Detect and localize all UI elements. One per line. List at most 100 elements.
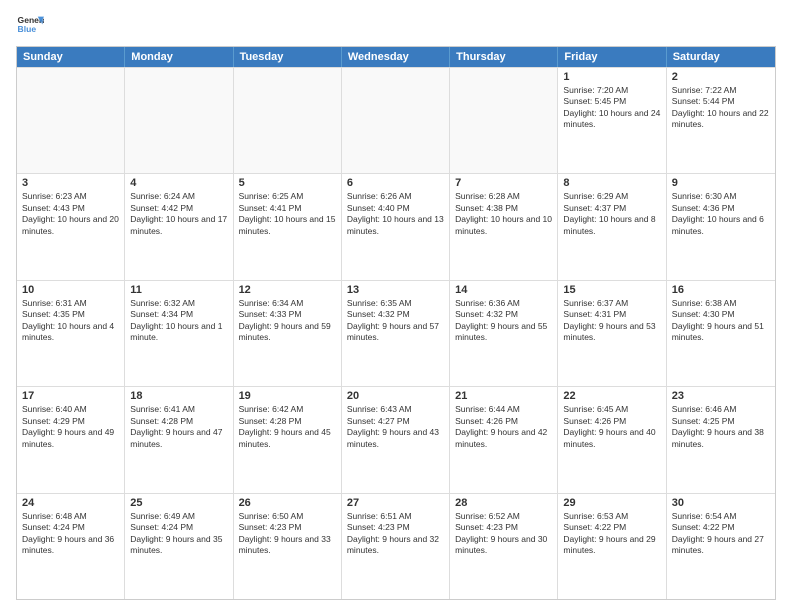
calendar-cell: 14 Sunrise: 6:36 AM Sunset: 4:32 PM Dayli… — [450, 281, 558, 386]
calendar-cell: 26Sunrise: 6:50 AM Sunset: 4:23 PM Dayli… — [234, 494, 342, 599]
calendar-cell — [342, 68, 450, 173]
weekday-header: Saturday — [667, 47, 775, 67]
cell-info: Sunrise: 7:20 AM Sunset: 5:45 PM Dayligh… — [563, 85, 660, 131]
day-number: 17 — [22, 390, 119, 402]
cell-info: Sunrise: 6:46 AM Sunset: 4:25 PM Dayligh… — [672, 404, 770, 450]
day-number: 19 — [239, 390, 336, 402]
day-number: 7 — [455, 177, 552, 189]
day-number: 24 — [22, 497, 119, 509]
calendar-cell — [17, 68, 125, 173]
calendar-cell: 7 Sunrise: 6:28 AM Sunset: 4:38 PM Daylig… — [450, 174, 558, 279]
cell-info: Sunrise: 6:35 AM Sunset: 4:32 PM Dayligh… — [347, 298, 444, 344]
page: General Blue SundayMondayTuesdayWednesda… — [0, 0, 792, 612]
calendar-cell — [450, 68, 558, 173]
cell-info: Sunrise: 6:36 AM Sunset: 4:32 PM Dayligh… — [455, 298, 552, 344]
calendar-row: 1 Sunrise: 7:20 AM Sunset: 5:45 PM Daylig… — [17, 67, 775, 173]
day-number: 28 — [455, 497, 552, 509]
calendar-cell: 11 Sunrise: 6:32 AM Sunset: 4:34 PM Dayli… — [125, 281, 233, 386]
weekday-header: Friday — [558, 47, 666, 67]
day-number: 5 — [239, 177, 336, 189]
cell-info: Sunrise: 6:45 AM Sunset: 4:26 PM Dayligh… — [563, 404, 660, 450]
calendar-cell: 4 Sunrise: 6:24 AM Sunset: 4:42 PM Daylig… — [125, 174, 233, 279]
cell-info: Sunrise: 6:29 AM Sunset: 4:37 PM Dayligh… — [563, 191, 660, 237]
calendar-cell: 9Sunrise: 6:30 AM Sunset: 4:36 PM Daylig… — [667, 174, 775, 279]
cell-info: Sunrise: 6:26 AM Sunset: 4:40 PM Dayligh… — [347, 191, 444, 237]
calendar-cell: 13 Sunrise: 6:35 AM Sunset: 4:32 PM Dayli… — [342, 281, 450, 386]
svg-text:Blue: Blue — [18, 24, 37, 34]
cell-info: Sunrise: 7:22 AM Sunset: 5:44 PM Dayligh… — [672, 85, 770, 131]
calendar-cell: 30Sunrise: 6:54 AM Sunset: 4:22 PM Dayli… — [667, 494, 775, 599]
calendar-cell: 17Sunrise: 6:40 AM Sunset: 4:29 PM Dayli… — [17, 387, 125, 492]
cell-info: Sunrise: 6:24 AM Sunset: 4:42 PM Dayligh… — [130, 191, 227, 237]
calendar-cell: 23 Sunrise: 6:46 AM Sunset: 4:25 PM Dayli… — [667, 387, 775, 492]
weekday-header: Monday — [125, 47, 233, 67]
day-number: 6 — [347, 177, 444, 189]
calendar-body: 1 Sunrise: 7:20 AM Sunset: 5:45 PM Daylig… — [17, 67, 775, 599]
day-number: 16 — [672, 284, 770, 296]
calendar-cell — [234, 68, 342, 173]
day-number: 1 — [563, 71, 660, 83]
cell-info: Sunrise: 6:43 AM Sunset: 4:27 PM Dayligh… — [347, 404, 444, 450]
cell-info: Sunrise: 6:28 AM Sunset: 4:38 PM Dayligh… — [455, 191, 552, 237]
cell-info: Sunrise: 6:54 AM Sunset: 4:22 PM Dayligh… — [672, 511, 770, 557]
day-number: 11 — [130, 284, 227, 296]
day-number: 21 — [455, 390, 552, 402]
calendar-cell: 5 Sunrise: 6:25 AM Sunset: 4:41 PM Daylig… — [234, 174, 342, 279]
calendar-cell: 21 Sunrise: 6:44 AM Sunset: 4:26 PM Dayli… — [450, 387, 558, 492]
day-number: 4 — [130, 177, 227, 189]
day-number: 23 — [672, 390, 770, 402]
calendar-cell: 16Sunrise: 6:38 AM Sunset: 4:30 PM Dayli… — [667, 281, 775, 386]
calendar-cell: 28 Sunrise: 6:52 AM Sunset: 4:23 PM Dayli… — [450, 494, 558, 599]
calendar-cell: 2 Sunrise: 7:22 AM Sunset: 5:44 PM Daylig… — [667, 68, 775, 173]
calendar-cell: 8Sunrise: 6:29 AM Sunset: 4:37 PM Daylig… — [558, 174, 666, 279]
cell-info: Sunrise: 6:51 AM Sunset: 4:23 PM Dayligh… — [347, 511, 444, 557]
calendar: SundayMondayTuesdayWednesdayThursdayFrid… — [16, 46, 776, 600]
cell-info: Sunrise: 6:32 AM Sunset: 4:34 PM Dayligh… — [130, 298, 227, 344]
calendar-cell — [125, 68, 233, 173]
weekday-header: Wednesday — [342, 47, 450, 67]
calendar-cell: 20 Sunrise: 6:43 AM Sunset: 4:27 PM Dayli… — [342, 387, 450, 492]
day-number: 15 — [563, 284, 660, 296]
calendar-header: SundayMondayTuesdayWednesdayThursdayFrid… — [17, 47, 775, 67]
day-number: 14 — [455, 284, 552, 296]
cell-info: Sunrise: 6:42 AM Sunset: 4:28 PM Dayligh… — [239, 404, 336, 450]
cell-info: Sunrise: 6:48 AM Sunset: 4:24 PM Dayligh… — [22, 511, 119, 557]
calendar-row: 3 Sunrise: 6:23 AM Sunset: 4:43 PM Daylig… — [17, 173, 775, 279]
header: General Blue — [16, 12, 776, 40]
day-number: 2 — [672, 71, 770, 83]
calendar-cell: 18 Sunrise: 6:41 AM Sunset: 4:28 PM Dayli… — [125, 387, 233, 492]
calendar-cell: 25Sunrise: 6:49 AM Sunset: 4:24 PM Dayli… — [125, 494, 233, 599]
day-number: 9 — [672, 177, 770, 189]
cell-info: Sunrise: 6:25 AM Sunset: 4:41 PM Dayligh… — [239, 191, 336, 237]
cell-info: Sunrise: 6:52 AM Sunset: 4:23 PM Dayligh… — [455, 511, 552, 557]
calendar-cell: 24 Sunrise: 6:48 AM Sunset: 4:24 PM Dayli… — [17, 494, 125, 599]
calendar-cell: 6 Sunrise: 6:26 AM Sunset: 4:40 PM Daylig… — [342, 174, 450, 279]
cell-info: Sunrise: 6:44 AM Sunset: 4:26 PM Dayligh… — [455, 404, 552, 450]
cell-info: Sunrise: 6:53 AM Sunset: 4:22 PM Dayligh… — [563, 511, 660, 557]
cell-info: Sunrise: 6:37 AM Sunset: 4:31 PM Dayligh… — [563, 298, 660, 344]
calendar-cell: 27 Sunrise: 6:51 AM Sunset: 4:23 PM Dayli… — [342, 494, 450, 599]
cell-info: Sunrise: 6:41 AM Sunset: 4:28 PM Dayligh… — [130, 404, 227, 450]
day-number: 27 — [347, 497, 444, 509]
day-number: 10 — [22, 284, 119, 296]
calendar-cell: 15 Sunrise: 6:37 AM Sunset: 4:31 PM Dayli… — [558, 281, 666, 386]
calendar-cell: 12Sunrise: 6:34 AM Sunset: 4:33 PM Dayli… — [234, 281, 342, 386]
logo-icon: General Blue — [16, 12, 44, 40]
day-number: 22 — [563, 390, 660, 402]
day-number: 18 — [130, 390, 227, 402]
calendar-cell: 1 Sunrise: 7:20 AM Sunset: 5:45 PM Daylig… — [558, 68, 666, 173]
calendar-row: 10 Sunrise: 6:31 AM Sunset: 4:35 PM Dayli… — [17, 280, 775, 386]
day-number: 20 — [347, 390, 444, 402]
cell-info: Sunrise: 6:31 AM Sunset: 4:35 PM Dayligh… — [22, 298, 119, 344]
day-number: 13 — [347, 284, 444, 296]
day-number: 3 — [22, 177, 119, 189]
calendar-cell: 29Sunrise: 6:53 AM Sunset: 4:22 PM Dayli… — [558, 494, 666, 599]
calendar-row: 17Sunrise: 6:40 AM Sunset: 4:29 PM Dayli… — [17, 386, 775, 492]
day-number: 25 — [130, 497, 227, 509]
calendar-cell: 10 Sunrise: 6:31 AM Sunset: 4:35 PM Dayli… — [17, 281, 125, 386]
cell-info: Sunrise: 6:34 AM Sunset: 4:33 PM Dayligh… — [239, 298, 336, 344]
calendar-cell: 22 Sunrise: 6:45 AM Sunset: 4:26 PM Dayli… — [558, 387, 666, 492]
calendar-cell: 19 Sunrise: 6:42 AM Sunset: 4:28 PM Dayli… — [234, 387, 342, 492]
day-number: 26 — [239, 497, 336, 509]
cell-info: Sunrise: 6:23 AM Sunset: 4:43 PM Dayligh… — [22, 191, 119, 237]
